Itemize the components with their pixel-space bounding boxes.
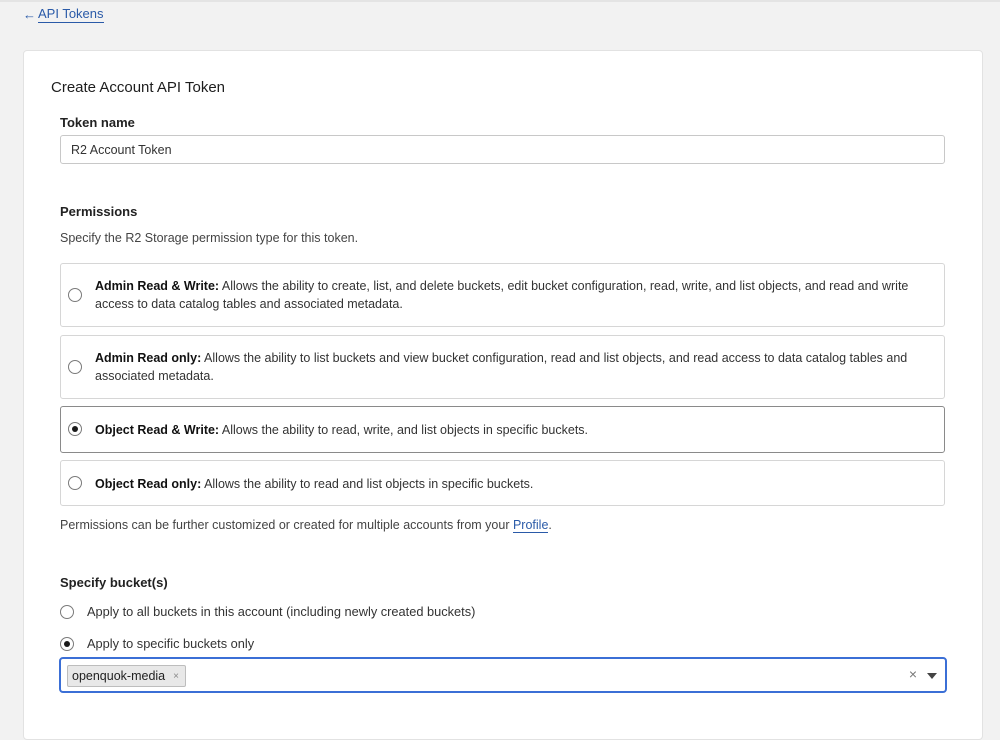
radio-object-read-only[interactable] xyxy=(68,476,82,490)
perm-option-title: Admin Read & Write: xyxy=(95,279,220,293)
perm-option-text: Admin Read only: Allows the ability to l… xyxy=(95,349,924,385)
perm-option-object-read-only[interactable]: Object Read only: Allows the ability to … xyxy=(60,460,945,506)
permissions-label: Permissions xyxy=(60,204,138,219)
permissions-footer-text: Permissions can be further customized or… xyxy=(60,518,513,532)
radio-object-read-write[interactable] xyxy=(68,422,82,436)
perm-option-desc: Allows the ability to read, write, and l… xyxy=(219,423,589,437)
bucket-select[interactable]: openquok-media × × xyxy=(59,657,947,693)
back-link-label: API Tokens xyxy=(38,6,104,23)
perm-option-text: Object Read only: Allows the ability to … xyxy=(95,475,924,493)
permissions-description: Specify the R2 Storage permission type f… xyxy=(60,231,359,245)
perm-option-text: Admin Read & Write: Allows the ability t… xyxy=(95,277,924,313)
bucket-option-label: Apply to specific buckets only xyxy=(87,636,255,651)
perm-option-desc: Allows the ability to read and list obje… xyxy=(201,477,534,491)
radio-specific-buckets[interactable] xyxy=(60,637,74,651)
token-name-label: Token name xyxy=(60,115,135,130)
perm-option-title: Admin Read only: xyxy=(95,351,202,365)
permissions-footer-end: . xyxy=(548,518,552,532)
perm-option-title: Object Read only: xyxy=(95,477,202,491)
radio-admin-read-only[interactable] xyxy=(68,360,82,374)
chip-label: openquok-media xyxy=(72,669,166,683)
bucket-option-label: Apply to all buckets in this account (in… xyxy=(87,604,476,619)
top-divider xyxy=(0,0,1000,2)
specify-buckets-label: Specify bucket(s) xyxy=(60,575,168,590)
perm-option-text: Object Read & Write: Allows the ability … xyxy=(95,421,924,439)
token-name-input[interactable] xyxy=(60,135,945,164)
permissions-footer: Permissions can be further customized or… xyxy=(60,518,552,533)
perm-option-admin-read-only[interactable]: Admin Read only: Allows the ability to l… xyxy=(60,335,945,399)
back-to-api-tokens-link[interactable]: ← API Tokens xyxy=(23,6,104,23)
radio-admin-read-write[interactable] xyxy=(68,288,82,302)
chip-remove-icon[interactable]: × xyxy=(173,671,179,682)
back-arrow-icon: ← xyxy=(23,7,36,22)
clear-icon[interactable]: × xyxy=(909,666,917,682)
perm-option-admin-read-write[interactable]: Admin Read & Write: Allows the ability t… xyxy=(60,263,945,327)
perm-option-title: Object Read & Write: xyxy=(95,423,220,437)
page-title: Create Account API Token xyxy=(51,79,226,96)
create-token-card: Create Account API Token Token name Perm… xyxy=(23,50,983,740)
profile-link[interactable]: Profile xyxy=(512,518,549,533)
perm-option-desc: Allows the ability to list buckets and v… xyxy=(95,351,908,383)
chevron-down-icon[interactable] xyxy=(927,673,937,679)
radio-all-buckets[interactable] xyxy=(60,605,74,619)
selected-bucket-chip: openquok-media × xyxy=(67,665,186,687)
perm-option-object-read-write[interactable]: Object Read & Write: Allows the ability … xyxy=(60,406,945,453)
